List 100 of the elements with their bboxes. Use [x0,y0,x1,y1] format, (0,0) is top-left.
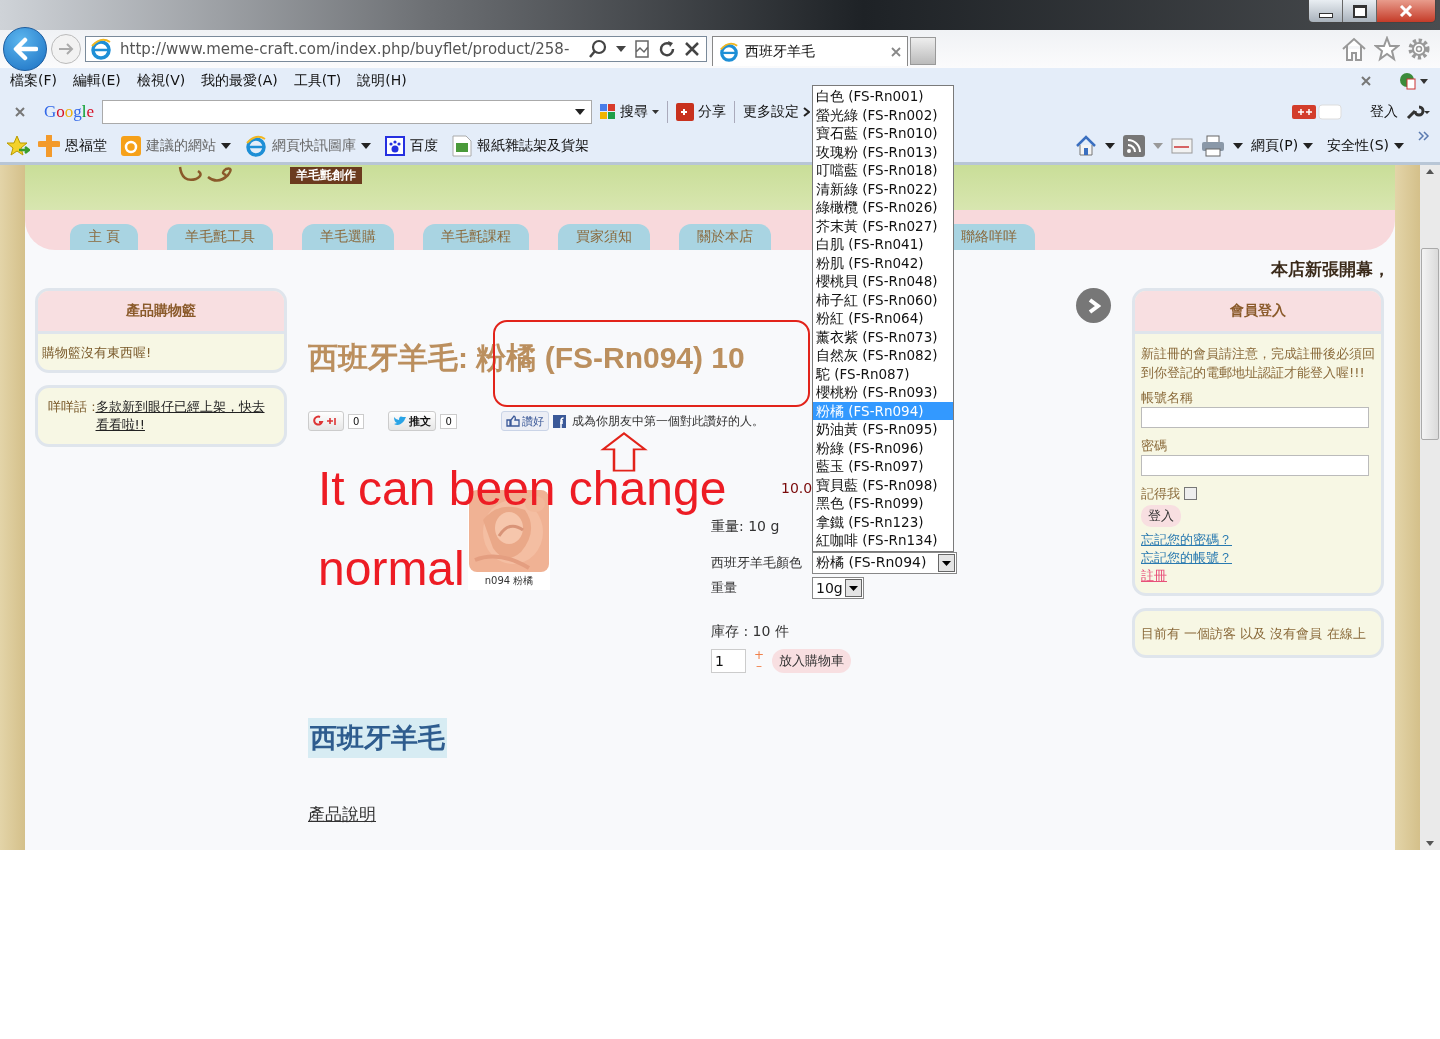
star-icon[interactable] [1374,36,1400,62]
sign-in-button[interactable]: 登入 [1370,102,1398,121]
new-tab-button[interactable] [910,37,936,65]
more-settings-button[interactable]: 更多設定 [743,102,811,121]
option-select[interactable]: 10g [812,577,864,599]
menu-item[interactable]: 檢視(V) [136,72,186,90]
stop-icon[interactable] [684,41,700,57]
up-arrow [600,432,648,472]
browser-tab[interactable]: 西班牙羊毛 [712,36,908,66]
help-link[interactable]: 忘記您的密碼？ [1141,531,1232,549]
globe-icon[interactable] [1398,72,1428,90]
caret-icon[interactable] [1232,142,1243,149]
bird-icon [393,415,408,427]
close-icon[interactable] [891,46,901,57]
image-caption: n094 粉橘 [484,574,534,588]
menu-item[interactable]: 說明(H) [357,72,407,90]
menu-item[interactable]: 我的最愛(A) [201,72,278,90]
favorite-link[interactable]: 建議的網站 [121,135,231,156]
favorite-link[interactable]: 報紙雜誌架及貨架 [452,134,589,157]
address-field[interactable]: http://www.meme-craft.com/index.php/buyflet/product/258- [85,36,707,62]
dropdown-option[interactable]: 粉紅 (FS-Rn064) [813,309,953,328]
dropdown-option[interactable]: 綠橄欖 (FS-Rn026) [813,198,953,217]
settings-icon[interactable] [1406,36,1432,62]
dropdown-option[interactable]: 叮噹藍 (FS-Rn018) [813,161,953,180]
help-link[interactable]: 忘記您的帳號？ [1141,549,1232,567]
favorites-star-icon[interactable] [6,134,30,157]
news-link[interactable]: 多款新到眼仔已經上架，快去看看啦!! [95,398,274,434]
description-link[interactable]: 產品說明 [308,803,376,826]
option-select[interactable]: 粉橘 (FS-Rn094) [812,552,957,574]
close-icon[interactable] [14,105,26,118]
dropdown-option[interactable]: 藍玉 (FS-Rn097) [813,457,953,476]
dropdown-option[interactable]: 玫瑰粉 (FS-Rn013) [813,142,953,161]
favorite-link[interactable]: 恩福堂 [38,134,107,157]
share-button[interactable]: 分享 [676,102,727,121]
dropdown-option[interactable]: 柿子紅 (FS-Rn060) [813,290,953,309]
rss-icon[interactable] [1122,134,1145,157]
dropdown-option[interactable]: 粉肌 (FS-Rn042) [813,253,953,272]
like-button[interactable]: 讚好 [500,411,549,431]
dropdown-option[interactable]: 粉綠 (FS-Rn096) [813,438,953,457]
printer-icon[interactable] [1200,134,1225,157]
dropdown-option[interactable]: 寶貝藍 (FS-Rn098) [813,475,953,494]
dropdown-option[interactable]: 薰衣紫 (FS-Rn073) [813,327,953,346]
caret-icon[interactable] [1104,142,1115,149]
dropdown-option[interactable]: 奶油黃 (FS-Rn095) [813,420,953,439]
add-to-cart-button[interactable]: 放入購物車 [772,649,852,673]
refresh-icon[interactable] [658,40,676,58]
caret-icon[interactable] [616,46,626,52]
quantity-field[interactable]: 1 [711,649,746,673]
close-icon[interactable] [1360,75,1372,87]
command-menu[interactable]: 網頁(P) [1250,136,1314,155]
remember-checkbox[interactable] [1184,487,1197,500]
dropdown-option[interactable]: 紅咖啡 (FS-Rn134) [813,531,953,550]
mail-icon[interactable] [1170,137,1193,154]
close-button[interactable] [1377,0,1435,22]
favorite-link[interactable]: 網頁快訊圖庫 [245,134,371,157]
plus-one-icon[interactable] [1292,103,1342,120]
search-icon[interactable] [588,39,608,59]
cross-icon [38,134,60,157]
dropdown-option[interactable]: 螢光綠 (FS-Rn002) [813,105,953,124]
google-plus-button[interactable] [308,411,344,431]
maximize-button[interactable] [1343,0,1377,22]
scrollbar[interactable] [1420,165,1440,850]
login-button[interactable]: 登入 [1141,505,1181,527]
favorite-link[interactable]: 百度 [385,135,438,156]
caret-icon[interactable] [575,108,586,115]
back-button[interactable] [3,27,47,71]
dropdown-option[interactable]: 櫻桃粉 (FS-Rn093) [813,383,953,402]
dropdown-option[interactable]: 白色 (FS-Rn001) [813,87,953,106]
menu-item[interactable]: 工具(T) [293,72,342,90]
chevron-icon[interactable] [1418,131,1430,141]
option-label: 西班牙羊毛顏色 [711,554,803,572]
dropdown-option[interactable]: 黑色 (FS-Rn099) [813,494,953,513]
menu-item[interactable]: 編輯(E) [73,72,121,90]
username-field[interactable] [1141,407,1369,428]
four-squares-icon [600,103,617,120]
tweet-button[interactable]: 推文 [388,411,437,431]
menu-item[interactable]: 檔案(F) [10,72,57,90]
caret-icon [848,585,858,591]
dropdown-option[interactable]: 櫻桃貝 (FS-Rn048) [813,272,953,291]
dropdown-option[interactable]: 寶石藍 (FS-Rn010) [813,124,953,143]
compatibility-icon[interactable] [634,40,650,58]
scroll-up-icon[interactable] [1426,169,1434,174]
caret-icon [1394,142,1404,149]
wrench-icon[interactable] [1406,103,1430,120]
password-field[interactable] [1141,455,1369,476]
minimize-button[interactable] [1309,0,1343,22]
home-icon[interactable] [1340,36,1368,62]
scroll-down-icon[interactable] [1426,841,1434,846]
search-field[interactable] [102,99,593,124]
next-button[interactable] [1076,288,1111,323]
search-button[interactable]: 搜尋 [600,102,660,121]
home-icon[interactable] [1074,134,1097,157]
dropdown-option[interactable]: 拿鐵 (FS-Rn123) [813,512,953,531]
dropdown-option[interactable]: 駝 (FS-Rn087) [813,364,953,383]
command-menu[interactable]: 安全性(S) [1327,136,1404,155]
dropdown-option[interactable]: 自然灰 (FS-Rn082) [813,346,953,365]
ring-icon [121,135,141,156]
dropdown-option[interactable]: 清新綠 (FS-Rn022) [813,179,953,198]
caret-icon [1303,142,1314,149]
arrow-right-icon [57,41,75,57]
